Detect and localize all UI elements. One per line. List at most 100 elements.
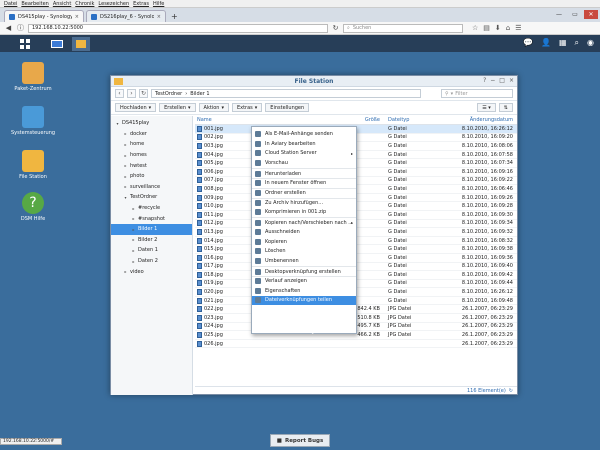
toolbar-erstellen-button[interactable]: Erstellen ▾ [159, 103, 196, 112]
breadcrumb-item[interactable]: TestOrdner [155, 91, 182, 97]
context-menu-item[interactable]: In Aviary bearbeiten [252, 139, 356, 149]
tab-close-icon[interactable]: × [75, 14, 79, 20]
refresh-icon[interactable]: ↻ [509, 388, 513, 394]
tree-item[interactable]: ▸ home [111, 139, 192, 150]
back-icon[interactable]: ◀ [4, 24, 13, 32]
search-input[interactable]: ⌕ Suchen [343, 23, 463, 33]
menu-item[interactable]: Bearbeiten [21, 1, 48, 7]
menu-item[interactable]: Hilfe [153, 1, 164, 7]
new-tab-button[interactable]: + [171, 12, 178, 21]
back-button[interactable]: ‹ [115, 89, 124, 98]
menu-icon[interactable]: ☰ [515, 24, 521, 32]
column-name[interactable]: Name [195, 117, 345, 123]
tree-item[interactable]: ▾ TestOrdner [111, 192, 192, 203]
column-type[interactable]: Dateityp [380, 117, 440, 123]
toolbar-extras-button[interactable]: Extras ▾ [231, 103, 263, 112]
context-menu-item[interactable]: Kopieren nach/Verschieben nach ... ▸ [252, 217, 356, 227]
download-icon[interactable]: ⬇ [495, 24, 501, 32]
menu-item[interactable]: Ansicht [53, 1, 71, 7]
tree-item[interactable]: ▸ #snapshot [111, 213, 192, 224]
options-icon[interactable]: ▦ [559, 38, 567, 48]
toolbar-hochladen-button[interactable]: Hochladen ▾ [115, 103, 157, 112]
forward-button[interactable]: › [127, 89, 136, 98]
url-field[interactable]: 192.168.10.22:5000 [28, 23, 328, 33]
tree-item[interactable]: ▸ Bilder 1 [111, 223, 192, 235]
tree-item[interactable]: ▸ Bilder 2 [111, 235, 192, 246]
toolbar-aktion-button[interactable]: Aktion ▾ [198, 103, 229, 112]
chat-icon[interactable]: 💬 [523, 38, 533, 48]
sort-button[interactable]: ⇅ [498, 103, 513, 112]
breadcrumb-item[interactable]: Bilder 1 [190, 91, 209, 97]
expand-arrow-icon[interactable]: ▸ [131, 237, 136, 242]
refresh-button[interactable]: ↻ [139, 89, 148, 98]
list-view-button[interactable]: ☰ ▾ [477, 103, 496, 112]
context-menu-item[interactable]: Ordner erstellen [252, 187, 356, 198]
expand-arrow-icon[interactable]: ▸ [123, 163, 128, 168]
context-menu-item[interactable]: Zu Archiv hinzufügen... [252, 197, 356, 208]
expand-arrow-icon[interactable]: ▸ [123, 174, 128, 179]
clipboard-icon[interactable]: ▤ [483, 24, 490, 32]
taskbar-file-station-icon[interactable] [72, 36, 90, 51]
widgets-icon[interactable]: ◉ [587, 38, 594, 48]
context-menu-item[interactable]: Umbenennen [252, 256, 356, 266]
tree-item[interactable]: ▾ DS415play [111, 118, 192, 129]
column-date[interactable]: Änderungsdatum [440, 117, 517, 123]
maximize-icon[interactable]: □ [499, 77, 505, 84]
tree-item[interactable]: ▸ Daten 2 [111, 256, 192, 267]
expand-arrow-icon[interactable]: ▸ [123, 131, 128, 136]
user-icon[interactable]: 👤 [541, 38, 551, 48]
context-menu-item[interactable]: Vorschau [252, 158, 356, 168]
tree-item[interactable]: ▸ #recycle [111, 203, 192, 214]
breadcrumb[interactable]: TestOrdner › Bilder 1 [151, 89, 421, 98]
desktop-icon-dsm-help[interactable]: ? DSM Hilfe [8, 192, 58, 222]
desktop-icon-control-panel[interactable]: Systemsteuerung [8, 106, 58, 136]
expand-arrow-icon[interactable]: ▸ [131, 227, 136, 232]
context-menu-item[interactable]: Cloud Station Server ▸ [252, 149, 356, 159]
filter-input[interactable]: ⚲ ▾ Filter [441, 89, 513, 98]
expand-arrow-icon[interactable]: ▾ [123, 195, 128, 200]
context-menu-item[interactable]: Verlauf anzeigen [252, 275, 356, 286]
close-icon[interactable]: × [509, 77, 514, 84]
desktop-icon-package-center[interactable]: Paket-Zentrum [8, 62, 58, 92]
desktop-icon-file-station[interactable]: File Station [8, 150, 58, 180]
report-bugs-button[interactable]: ■ Report Bugs [270, 434, 330, 447]
expand-arrow-icon[interactable]: ▸ [123, 184, 128, 189]
browser-tab[interactable]: DS216play_6 - Synology Di...× [86, 10, 166, 22]
reload-icon[interactable]: ↻ [331, 24, 340, 32]
expand-arrow-icon[interactable]: ▸ [123, 153, 128, 158]
dsm-search-icon[interactable]: ⌕ [575, 38, 579, 48]
main-menu-icon[interactable] [20, 38, 30, 49]
context-menu-item[interactable]: Ausschneiden [252, 227, 356, 237]
minimize-button[interactable]: — [552, 10, 566, 19]
tree-item[interactable]: ▸ hwtest [111, 160, 192, 171]
expand-arrow-icon[interactable]: ▾ [115, 121, 120, 126]
context-menu-item[interactable]: Dateiverknüpfungen teilen [252, 295, 356, 306]
expand-arrow-icon[interactable]: ▸ [131, 216, 136, 221]
tree-item[interactable]: ▸ surveillance [111, 182, 192, 193]
tree-item[interactable]: ▸ video [111, 266, 192, 277]
tree-item[interactable]: ▸ homes [111, 150, 192, 161]
column-size[interactable]: Größe [345, 117, 380, 123]
context-menu-item[interactable]: Als E-Mail-Anhänge senden [252, 129, 356, 139]
tree-item[interactable]: ▸ photo [111, 171, 192, 182]
context-menu-item[interactable]: Komprimieren in 001.zip [252, 207, 356, 217]
expand-arrow-icon[interactable]: ▸ [131, 206, 136, 211]
tab-close-icon[interactable]: × [157, 14, 161, 20]
context-menu-item[interactable]: Löschen [252, 247, 356, 257]
context-menu-item[interactable]: Desktopverknüpfung erstellen [252, 266, 356, 276]
info-icon[interactable]: ⓘ [16, 23, 25, 33]
context-menu-item[interactable]: In neuem Fenster öffnen [252, 177, 356, 188]
table-row[interactable]: 026.jpg 26.1.2007, 06:23:29 [195, 340, 517, 349]
expand-arrow-icon[interactable]: ▸ [131, 248, 136, 253]
menu-item[interactable]: Lesezeichen [98, 1, 129, 7]
expand-arrow-icon[interactable]: ▸ [123, 269, 128, 274]
tree-item[interactable]: ▸ Daten 1 [111, 245, 192, 256]
home-icon[interactable]: ⌂ [506, 24, 510, 32]
tree-item[interactable]: ▸ docker [111, 129, 192, 140]
context-menu-item[interactable]: Eigenschaften [252, 286, 356, 296]
toolbar-settings-button[interactable]: Einstellungen [265, 103, 310, 112]
menu-item[interactable]: Chronik [75, 1, 94, 7]
expand-arrow-icon[interactable]: ▸ [123, 142, 128, 147]
close-window-button[interactable]: ✕ [584, 9, 598, 19]
browser-tab[interactable]: DS415play - Synology Disk...× [4, 10, 84, 22]
